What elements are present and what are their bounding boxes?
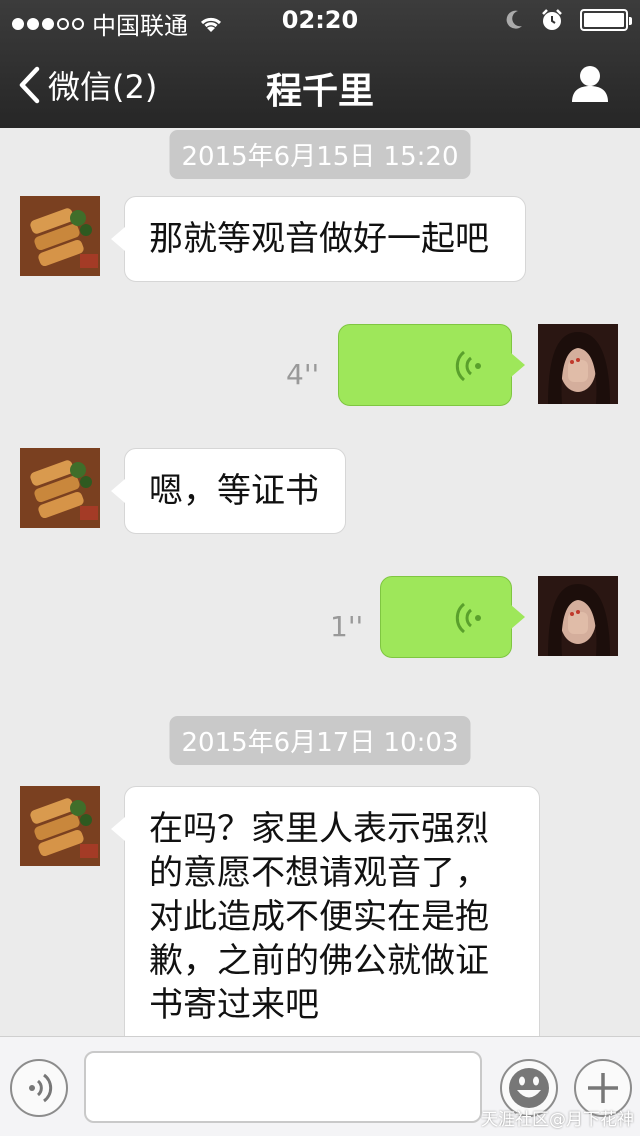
chat-area[interactable]: 2015年6月15日 15:20 那就等观音做好一起吧 4'' 嗯，等证书 1'… [0, 128, 640, 1036]
alarm-icon [542, 9, 562, 30]
input-bar: 天涯社区@月下花神 [0, 1036, 640, 1136]
message-text-line: 书寄过来吧 [149, 985, 319, 1025]
navigation-bar: 微信(2) 程千里 [0, 40, 640, 128]
voice-wave-icon [455, 602, 481, 634]
my-avatar[interactable] [538, 576, 618, 656]
food-image [20, 786, 100, 866]
profile-icon[interactable] [570, 64, 610, 104]
portrait-image [538, 576, 618, 656]
back-chevron-icon [19, 66, 40, 104]
message-bubble-incoming[interactable]: 那就等观音做好一起吧 [111, 196, 526, 282]
top-bar: 中国联通 02:20 微信(2) 程千里 [0, 0, 640, 128]
food-image [20, 196, 100, 276]
status-right [504, 8, 632, 32]
message-text-line: 在吗？家里人表示强烈 [149, 809, 489, 849]
timestamp: 2015年6月15日 15:20 [169, 130, 471, 179]
moon-icon [506, 10, 522, 29]
message-text-line: 歉，之前的佛公就做证 [149, 941, 489, 981]
voice-message-outgoing[interactable] [380, 576, 525, 658]
message-input[interactable] [84, 1051, 482, 1123]
message-text-line: 对此造成不便实在是抱 [149, 897, 489, 937]
voice-duration: 4'' [286, 358, 320, 391]
portrait-image [538, 324, 618, 404]
food-image [20, 448, 100, 528]
contact-avatar[interactable] [20, 196, 100, 276]
voice-wave-icon [455, 350, 481, 382]
voice-message-outgoing[interactable] [338, 324, 525, 406]
message-bubble-incoming[interactable]: 嗯，等证书 [111, 448, 346, 534]
contact-avatar[interactable] [20, 448, 100, 528]
voice-input-icon [29, 1073, 53, 1103]
my-avatar[interactable] [538, 324, 618, 404]
message-bubble-incoming[interactable]: 在吗？家里人表示强烈 的意愿不想请观音了， 对此造成不便实在是抱 歉，之前的佛公… [111, 786, 540, 1036]
message-text: 嗯，等证书 [149, 471, 319, 511]
message-text-line: 的意愿不想请观音了， [149, 853, 489, 893]
contact-avatar[interactable] [20, 786, 100, 866]
voice-input-button[interactable] [10, 1059, 68, 1117]
status-bar: 中国联通 02:20 [0, 0, 640, 40]
back-label: 微信(2) [48, 68, 158, 106]
voice-duration: 1'' [330, 610, 364, 643]
back-button[interactable]: 微信(2) [18, 62, 157, 108]
watermark: 天涯社区@月下花神 [481, 1110, 634, 1130]
timestamp: 2015年6月17日 10:03 [169, 716, 471, 765]
message-text: 那就等观音做好一起吧 [149, 219, 489, 259]
battery-icon [580, 9, 632, 31]
